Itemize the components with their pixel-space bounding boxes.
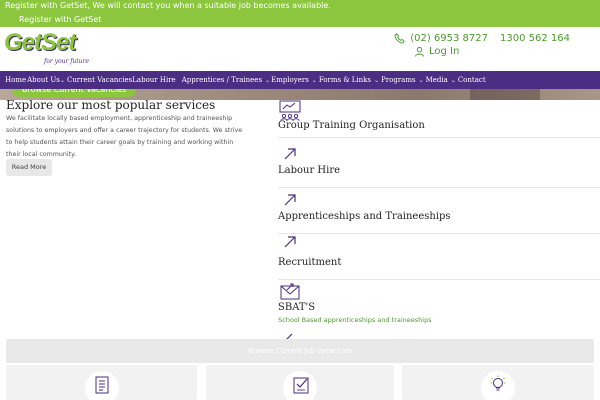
nav-item-employers[interactable]: Employers ⌄ xyxy=(271,76,318,84)
services-heading: Explore our most popular services xyxy=(6,98,216,112)
top-announcement-bar: Register with GetSet, We will contact yo… xyxy=(0,0,600,27)
register-link[interactable]: Register with GetSet xyxy=(19,14,101,26)
nav-item-forms-links[interactable]: Forms & Links ⌄ xyxy=(319,76,380,84)
service-item-group-training[interactable]: Group Training Organisation xyxy=(278,98,600,138)
group-training-icon xyxy=(279,100,301,122)
arrow-up-right-icon xyxy=(284,194,296,206)
feature-card[interactable] xyxy=(402,365,594,400)
site-header: GetSet for your future (02) 6953 8727 13… xyxy=(0,27,600,71)
nav-item-contact[interactable]: Contact xyxy=(458,76,486,84)
browse-vacancies-button[interactable]: Browse Current Vacancies xyxy=(12,89,137,97)
read-more-button[interactable]: Read More xyxy=(6,159,52,176)
logo-wordmark: GetSet xyxy=(4,29,76,56)
nav-label: About Us xyxy=(27,76,60,84)
nav-item-about-us[interactable]: About Us ⌄ xyxy=(27,76,66,84)
arrow-up-right-icon xyxy=(284,236,296,248)
nav-item-current-vacancies[interactable]: Current Vacancies xyxy=(67,76,132,84)
nav-item-media[interactable]: Media ⌄ xyxy=(426,76,457,84)
nav-item-home[interactable]: Home xyxy=(5,76,26,84)
getset-logo[interactable]: GetSet for your future xyxy=(4,29,96,67)
contact-phones: (02) 6953 8727 1300 562 164 xyxy=(394,31,570,45)
phone-number-primary[interactable]: (02) 6953 8727 xyxy=(410,33,488,44)
service-title: Labour Hire xyxy=(278,165,341,176)
user-icon xyxy=(414,46,425,57)
document-list-icon xyxy=(95,376,109,394)
chevron-down-icon: ⌄ xyxy=(311,76,317,84)
login-label: Log In xyxy=(429,45,460,57)
service-title: SBAT'S xyxy=(278,302,316,313)
nav-label: Media xyxy=(425,76,448,84)
divider xyxy=(278,137,600,138)
feature-card[interactable] xyxy=(6,365,197,400)
phone-icon xyxy=(394,32,405,44)
service-item-sbats[interactable]: SBAT'S School Based apprenticeships and … xyxy=(278,280,600,340)
main-nav: Home About Us ⌄ Current Vacancies Labour… xyxy=(0,71,600,89)
checklist-icon xyxy=(293,377,309,394)
phone-number-secondary[interactable]: 1300 562 164 xyxy=(500,33,570,44)
nav-label: Programs xyxy=(381,76,416,84)
chevron-down-icon: ⌄ xyxy=(374,76,380,84)
chevron-down-icon: ⌄ xyxy=(265,76,271,84)
chevron-down-icon: ⌄ xyxy=(450,76,456,84)
browse-job-vacancies-button[interactable]: Browse Current Job vacancies xyxy=(6,339,594,363)
logo-tagline: for your future xyxy=(44,58,90,65)
envelope-icon xyxy=(280,283,300,300)
nav-label: Employers xyxy=(271,76,309,84)
service-title: Apprenticeships and Traineeships xyxy=(278,211,451,222)
nav-label: Contact xyxy=(457,76,486,84)
announcement-text: Register with GetSet, We will contact yo… xyxy=(5,1,331,10)
service-subtitle: School Based apprenticeships and trainee… xyxy=(278,316,432,324)
chevron-down-icon: ⌄ xyxy=(59,76,65,84)
nav-label: Home xyxy=(5,76,27,84)
service-item-labour-hire[interactable]: Labour Hire xyxy=(278,140,600,188)
lightbulb-icon xyxy=(490,375,506,391)
nav-item-programs[interactable]: Programs ⌄ xyxy=(381,76,425,84)
nav-label: Current Vacancies xyxy=(66,76,133,84)
service-item-apprenticeships[interactable]: Apprenticeships and Traineeships xyxy=(278,188,600,234)
nav-label: Labour Hire xyxy=(132,76,176,84)
login-link[interactable]: Log In xyxy=(414,44,459,58)
nav-label: Apprentices / Trainees xyxy=(181,76,263,84)
nav-item-labour-hire[interactable]: Labour Hire xyxy=(132,76,175,84)
chevron-down-icon: ⌄ xyxy=(418,76,424,84)
service-title: Recruitment xyxy=(278,257,342,268)
arrow-up-right-icon xyxy=(284,148,296,160)
service-item-recruitment[interactable]: Recruitment xyxy=(278,234,600,280)
nav-label: Forms & Links xyxy=(318,76,372,84)
feature-card[interactable] xyxy=(206,365,394,400)
service-title: Group Training Organisation xyxy=(278,120,425,131)
nav-item-apprentices-trainees[interactable]: Apprentices / Trainees ⌄ xyxy=(182,76,271,84)
services-intro-text: We facilitate locally based employment, … xyxy=(6,115,243,158)
